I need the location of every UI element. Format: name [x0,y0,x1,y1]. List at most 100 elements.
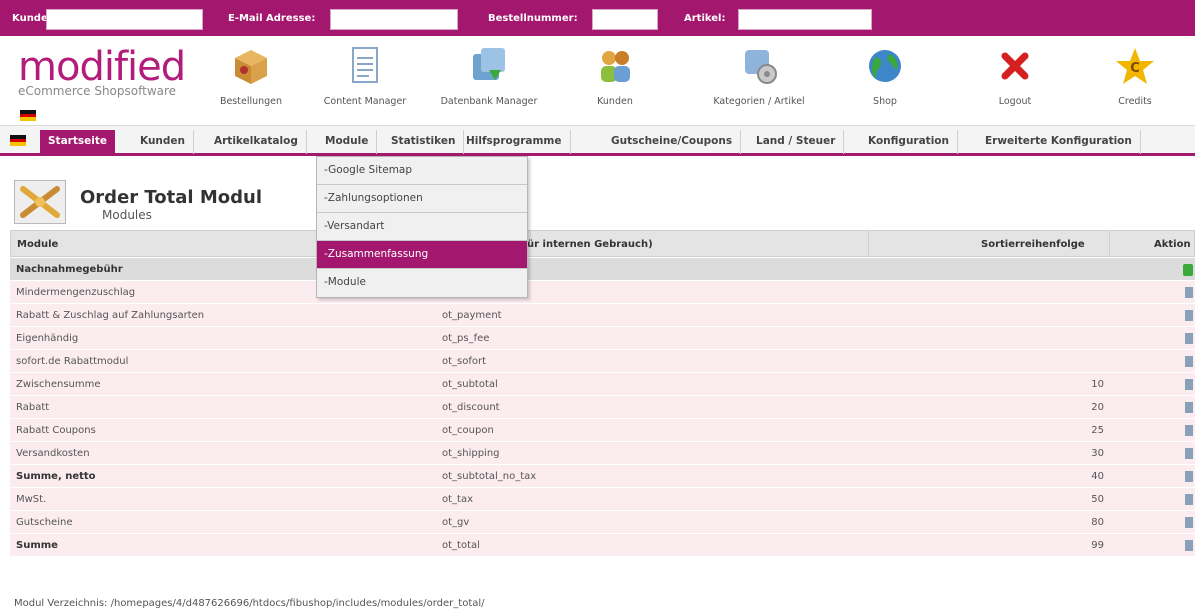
table-row[interactable]: Versandkosten ot_shipping 30 [10,442,1195,465]
menu-item-google-sitemap[interactable]: -Google Sitemap [317,157,527,185]
table-row[interactable]: Summe ot_total 99 [10,534,1195,557]
main-menu: Startseite Kunden Artikelkatalog Module … [0,125,1195,156]
module-code: ot_subtotal [442,379,498,390]
page-subtitle: Modules [102,208,152,222]
logo-wordmark: modified [18,44,186,90]
module-dropdown: -Google Sitemap -Zahlungsoptionen -Versa… [316,156,528,298]
info-icon[interactable] [1185,540,1193,551]
table-row[interactable]: Nachnahmegebühr [10,258,1195,281]
header-item-customers[interactable]: Kunden [560,44,670,107]
table-row[interactable]: Zwischensumme ot_subtotal 10 [10,373,1195,396]
header-item-database-manager[interactable]: Datenbank Manager [434,44,544,107]
column-header-action: Aktion [1154,239,1191,250]
module-name: Rabatt Coupons [16,425,96,436]
tab-kunden[interactable]: Kunden [132,130,195,154]
tab-module[interactable]: Module [317,130,378,154]
tab-statistiken[interactable]: Statistiken [383,130,465,154]
module-sort-order: 20 [1091,402,1104,413]
page-title: Order Total Modul [80,187,263,208]
info-icon[interactable] [1185,494,1193,505]
module-name: Versandkosten [16,448,90,459]
order-number-input[interactable] [592,9,658,30]
svg-text:C: C [1130,61,1140,76]
module-code: ot_tax [442,494,474,505]
header-item-credits[interactable]: C Credits [1080,44,1190,107]
module-name: Rabatt [16,402,50,413]
column-header-module: Module [17,239,59,250]
users-icon [601,51,630,82]
article-label: Artikel: [684,13,726,24]
logo: modified eCommerce Shopsoftware [18,44,186,98]
module-code: ot_ps_fee [442,333,490,344]
column-header-internal: ür internen Gebrauch) [527,239,653,250]
menu-item-module[interactable]: -Module [317,269,527,297]
table-row[interactable]: Rabatt ot_discount 20 [10,396,1195,419]
module-name: Zwischensumme [16,379,101,390]
email-search-input[interactable] [330,9,458,30]
table-row[interactable]: Summe, netto ot_subtotal_no_tax 40 [10,465,1195,488]
info-icon[interactable] [1185,356,1193,367]
menu-item-zusammenfassung[interactable]: -Zusammenfassung [317,241,527,269]
tab-startseite[interactable]: Startseite [40,130,115,154]
header-item-label: Kategorien / Artikel [713,96,805,107]
info-icon[interactable] [1185,425,1193,436]
module-name: Mindermengenzuschlag [16,287,136,298]
module-sort-order: 50 [1091,494,1104,505]
modules-icon [14,180,66,224]
logout-icon [1001,52,1029,80]
header-item-shop[interactable]: Shop [830,44,940,107]
header-item-label: Credits [1118,96,1152,107]
table-header: Module ür internen Gebrauch) Sortierreih… [10,230,1195,257]
module-sort-order: 99 [1091,540,1104,551]
header-item-orders[interactable]: Bestellungen [196,44,306,107]
module-name: MwSt. [16,494,47,505]
categories-icon [745,50,777,84]
tab-hilfsprogramme[interactable]: Hilfsprogramme [458,130,571,154]
column-header-sort-order: Sortierreihenfolge [981,239,1085,250]
module-name: Rabatt & Zuschlag auf Zahlungsarten [16,310,205,321]
logout-button[interactable]: Logout [960,44,1070,107]
active-status-icon[interactable] [1183,264,1193,276]
tab-gutscheine[interactable]: Gutscheine/Coupons [603,130,742,154]
info-icon[interactable] [1185,287,1193,298]
table-row[interactable]: Mindermengenzuschlagot_loworderfee [10,281,1195,304]
info-icon[interactable] [1185,402,1193,413]
info-icon[interactable] [1185,310,1193,321]
customer-search-input[interactable] [46,9,203,30]
search-bar: Kunde: E-Mail Adresse: Bestellnummer: Ar… [0,0,1195,36]
module-name: Summe, netto [16,471,96,482]
info-icon[interactable] [1185,471,1193,482]
info-icon[interactable] [1185,517,1193,528]
info-icon[interactable] [1185,379,1193,390]
tab-artikelkatalog[interactable]: Artikelkatalog [206,130,307,154]
globe-icon [869,50,901,82]
table-row[interactable]: Rabatt & Zuschlag auf Zahlungsarten ot_pa… [10,304,1195,327]
module-name: Summe [16,540,58,551]
header-item-categories[interactable]: Kategorien / Artikel [704,44,814,107]
table-row[interactable]: MwSt. ot_tax 50 [10,488,1195,511]
module-name: Eigenhändig [16,333,79,344]
module-code: ot_total [442,540,480,551]
module-name: sofort.de Rabattmodul [16,356,129,367]
header-item-content-manager[interactable]: Content Manager [310,44,420,107]
info-icon[interactable] [1185,448,1193,459]
info-icon[interactable] [1185,333,1193,344]
tab-erweiterte-konfiguration[interactable]: Erweiterte Konfiguration [977,130,1141,154]
tab-konfiguration[interactable]: Konfiguration [860,130,958,154]
table-row[interactable]: sofort.de Rabattmodul ot_sofort [10,350,1195,373]
table-row[interactable]: Rabatt Coupons ot_coupon 25 [10,419,1195,442]
article-search-input[interactable] [738,9,872,30]
module-code: ot_subtotal_no_tax [442,471,537,482]
tab-land-steuer[interactable]: Land / Steuer [748,130,845,154]
table-row[interactable]: Gutscheine ot_gv 80 [10,511,1195,534]
menu-item-zahlungsoptionen[interactable]: -Zahlungsoptionen [317,185,527,213]
table-row[interactable]: Eigenhändig ot_ps_fee [10,327,1195,350]
german-flag-icon[interactable] [10,135,26,146]
header-item-label: Shop [873,96,897,107]
logo-subtitle: eCommerce Shopsoftware [18,84,177,98]
module-code: ot_shipping [442,448,500,459]
module-sort-order: 10 [1091,379,1104,390]
menu-item-versandart[interactable]: -Versandart [317,213,527,241]
email-label: E-Mail Adresse: [228,13,316,24]
german-flag-icon[interactable] [20,110,36,121]
